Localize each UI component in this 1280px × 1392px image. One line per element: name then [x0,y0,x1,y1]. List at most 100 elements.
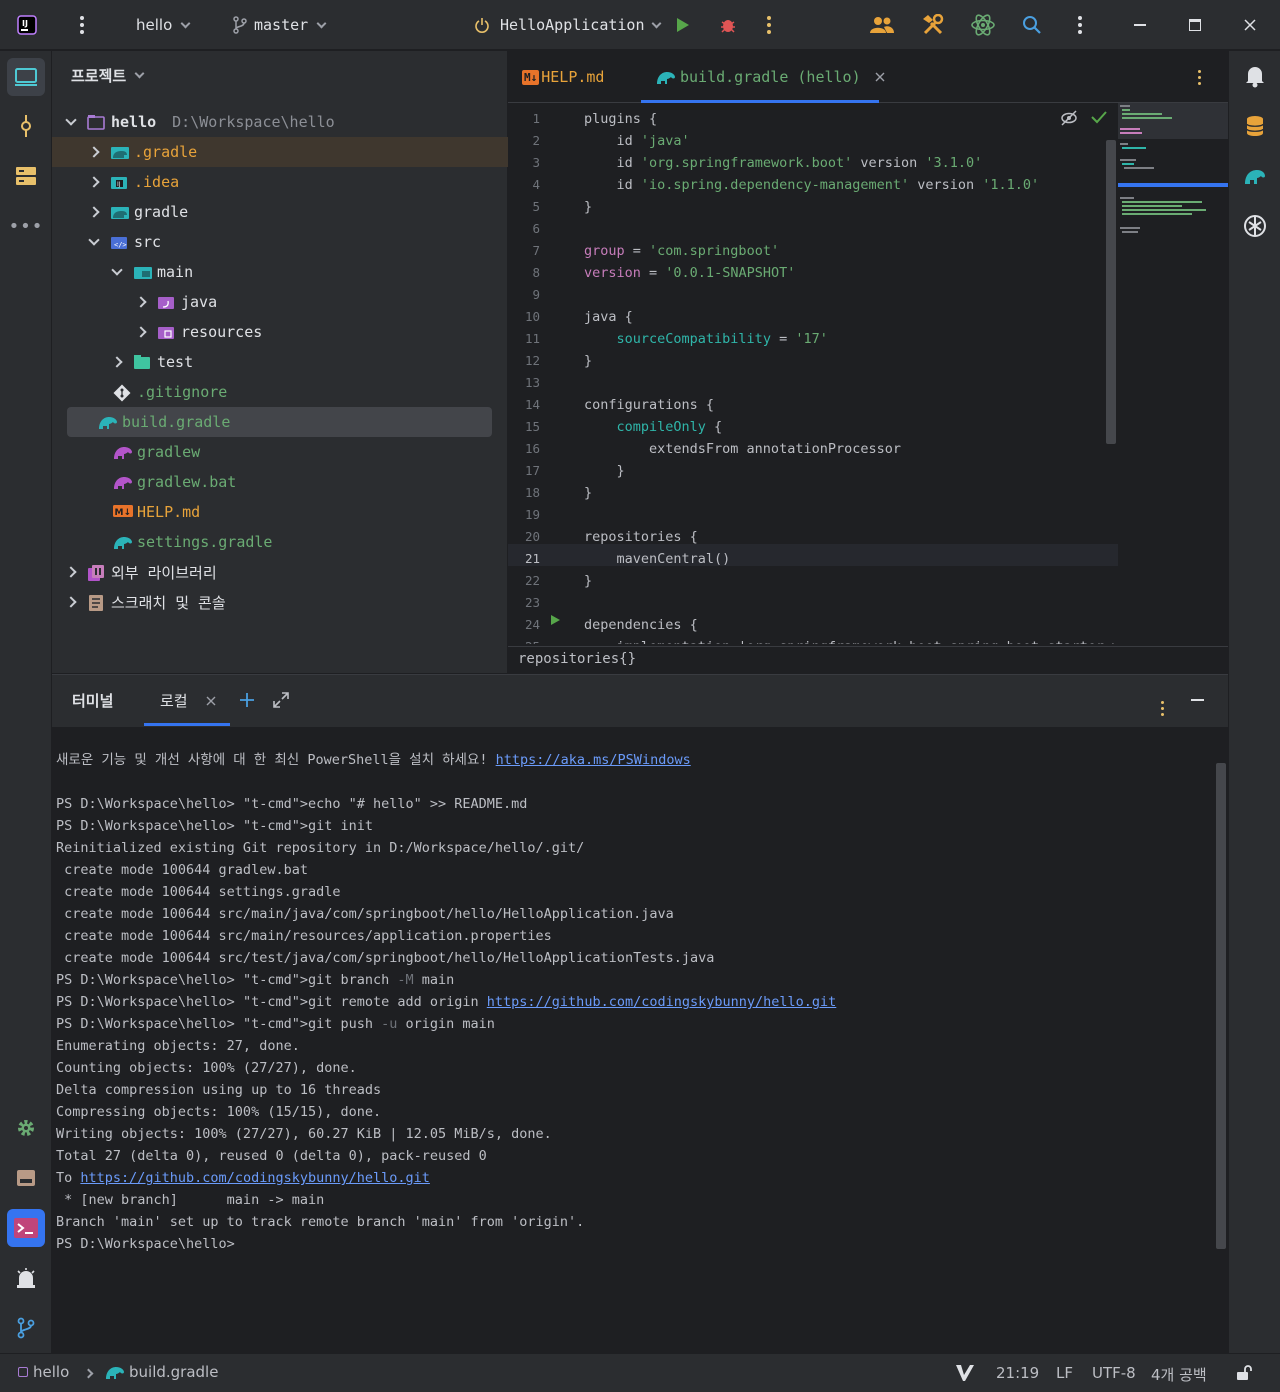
vim-mode-button[interactable] [955,1363,975,1387]
tree-root-hello[interactable]: hello D:\Workspace\hello [65,107,492,137]
tree-item-main[interactable]: main [67,257,492,287]
close-tab-icon[interactable] [206,696,216,706]
code-line[interactable]: 16 extendsFrom annotationProcessor [508,438,1118,460]
tree-item-idea[interactable]: IJ .idea [67,167,492,197]
minimize-button[interactable] [1134,0,1146,50]
tab-help-md[interactable]: M↓ HELP.md [522,51,604,103]
tab-build-gradle[interactable]: build.gradle (hello) [656,51,885,103]
tree-item-test[interactable]: test [67,347,492,377]
tree-item-build-gradle[interactable]: build.gradle [67,407,492,437]
tree-item-src[interactable]: </> src [67,227,492,257]
code-line[interactable]: 8 version = '0.0.1-SNAPSHOT' [508,262,1118,284]
code-line[interactable]: 22} [508,570,1118,592]
code-line[interactable]: 15 compileOnly { [508,416,1118,438]
indent-setting[interactable]: 4개 공백 [1151,1364,1207,1385]
services-tool-button[interactable] [7,1109,45,1147]
code-text: compileOnly { [616,419,723,435]
app-logo-icon[interactable]: IJ [17,0,37,50]
code-line[interactable]: 21 mavenCentral() [508,548,1118,570]
terminal-line: Delta compression using up to 16 threads [56,1082,382,1098]
tab-terminal-local[interactable]: 로컬 [144,675,230,727]
hide-terminal-button[interactable] [1191,699,1204,701]
code-line[interactable]: 11 sourceCompatibility = '17' [508,328,1118,350]
branch-selector[interactable]: master [232,0,327,50]
ai-assistant-button[interactable] [970,0,996,50]
main-menu-button[interactable] [80,0,84,50]
project-selector[interactable]: hello [136,0,191,50]
search-button[interactable] [1022,0,1042,50]
git-tool-button[interactable] [7,1309,45,1347]
structure-tool-button[interactable] [7,157,45,195]
code-line[interactable]: 17 } [508,460,1118,482]
notifications-button[interactable] [1236,57,1274,95]
editor-scrollbar-thumb[interactable] [1106,140,1116,444]
new-terminal-button[interactable] [240,693,254,711]
build-tools-button[interactable] [922,0,944,50]
code-line[interactable]: 6 [508,218,1118,240]
code-line[interactable]: 14 configurations { [508,394,1118,416]
code-line[interactable]: 7 group = 'com.springboot' [508,240,1118,262]
code-line[interactable]: 18} [508,482,1118,504]
more-tools-button[interactable]: ••• [7,207,45,245]
terminal-line: Writing objects: 100% (27/27), 60.27 KiB… [56,1126,552,1142]
debug-button[interactable] [719,0,737,50]
terminal-tool-button[interactable] [7,1209,45,1247]
code-line[interactable]: 19 [508,504,1118,526]
editor-tabs-more-button[interactable] [1198,51,1201,103]
code-line[interactable]: 24 dependencies { [508,614,1118,636]
project-panel-title[interactable]: 프로젝트 [71,65,145,86]
tree-item-external-libraries[interactable]: 외부 라이브러리 [65,557,492,587]
code-line[interactable]: 23 [508,592,1118,614]
status-breadcrumb-project[interactable]: hello [18,1363,69,1381]
code-line[interactable]: 12} [508,350,1118,372]
commit-tool-button[interactable] [7,107,45,145]
code-line[interactable]: 9 [508,284,1118,306]
settings-more-button[interactable] [1078,0,1082,50]
tree-item-gitignore[interactable]: .gitignore [67,377,492,407]
build-tool-button[interactable] [7,1159,45,1197]
problems-tool-button[interactable] [7,1259,45,1297]
close-tab-icon[interactable] [875,72,885,82]
code-line[interactable]: 3 id 'org.springframework.boot' version … [508,152,1118,174]
tree-item-help-md[interactable]: M↓ HELP.md [67,497,492,527]
ai-tool-button[interactable] [1236,207,1274,245]
terminal-more-button[interactable] [1161,692,1164,716]
code-line[interactable]: 20 repositories { [508,526,1118,548]
terminal-output[interactable]: 새로운 기능 및 개선 사항에 대 한 최신 PowerShell을 설치 하세… [56,749,1206,1339]
maximize-button[interactable] [1189,0,1201,50]
run-config-selector[interactable]: HelloApplication [474,0,661,50]
code-area[interactable]: 1 plugins {2 id 'java' 3 id 'org.springfra… [508,104,1118,644]
tree-item-settings-gradle[interactable]: settings.gradle [67,527,492,557]
code-line[interactable]: 2 id 'java' [508,130,1118,152]
tree-item-java[interactable]: java [67,287,492,317]
code-line[interactable]: 1 plugins { [508,108,1118,130]
readonly-toggle[interactable] [1236,1365,1254,1385]
tree-item-resources[interactable]: resources [67,317,492,347]
project-tool-button[interactable] [7,58,45,96]
code-line[interactable]: 13 [508,372,1118,394]
tree-item-gradle-dir[interactable]: .gradle [52,137,508,167]
code-line[interactable]: 25 implementation 'org.springframework.b… [508,636,1118,644]
tree-item-gradlew-bat[interactable]: gradlew.bat [67,467,492,497]
expand-terminal-button[interactable] [273,692,289,712]
database-button[interactable] [1236,107,1274,145]
line-separator[interactable]: LF [1056,1364,1073,1382]
tree-item-gradlew[interactable]: gradlew [67,437,492,467]
run-more-button[interactable] [767,0,771,50]
file-encoding[interactable]: UTF-8 [1092,1364,1136,1382]
caret-position[interactable]: 21:19 [996,1364,1039,1382]
editor-breadcrumb[interactable]: repositories{} [508,646,1228,673]
minimap[interactable] [1106,103,1228,643]
gradle-button[interactable] [1236,157,1274,195]
close-button[interactable] [1244,0,1256,50]
tree-item-gradle[interactable]: gradle [67,197,492,227]
code-with-me-button[interactable] [870,0,894,50]
tree-item-scratches[interactable]: 스크래치 및 콘솔 [65,587,492,617]
code-line[interactable]: 4 id 'io.spring.dependency-management' v… [508,174,1118,196]
run-button[interactable] [676,0,690,50]
status-breadcrumb-file[interactable]: build.gradle [105,1363,218,1381]
code-line[interactable]: 5} [508,196,1118,218]
terminal-scrollbar-thumb[interactable] [1216,763,1226,1249]
line-number: 16 [524,441,540,456]
code-line[interactable]: 10 java { [508,306,1118,328]
